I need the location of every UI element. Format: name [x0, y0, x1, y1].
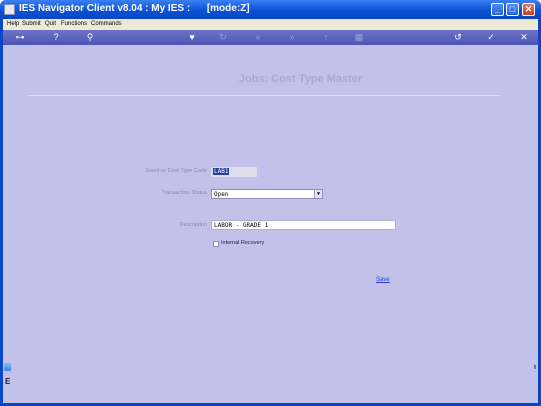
close-button[interactable]: ✕: [522, 3, 535, 16]
app-icon: [4, 4, 15, 15]
title-divider: [28, 95, 500, 96]
minimize-button[interactable]: _: [491, 3, 504, 16]
help-icon[interactable]: ?: [49, 32, 63, 43]
heart-icon[interactable]: ♥: [185, 32, 199, 43]
status-select[interactable]: Open ▼: [211, 189, 323, 199]
description-input[interactable]: LABOR - GRADE 1: [211, 220, 396, 230]
close-icon[interactable]: ✕: [517, 32, 531, 43]
app-window: IES Navigator Client v8.04 : My IES : [m…: [0, 0, 541, 406]
menu-bar: Help Submit Quit Functions Commands: [3, 19, 538, 30]
toolbar: ⊶ ? ⚲ ♥ ↻ « » ↑ ▦ ↺ ✓ ✕: [3, 30, 538, 45]
refresh-icon[interactable]: ↻: [216, 32, 230, 43]
page-title: Jobs: Cost Type Master: [238, 73, 363, 85]
status-value: Open: [214, 191, 229, 198]
calendar-icon[interactable]: ▦: [352, 32, 366, 43]
save-button[interactable]: Save: [376, 277, 390, 283]
back-icon[interactable]: «: [251, 32, 265, 43]
check-icon[interactable]: ✓: [484, 32, 498, 43]
internal-recovery-checkbox[interactable]: [213, 241, 219, 247]
window-title: IES Navigator Client v8.04 : My IES : [m…: [19, 3, 250, 14]
menu-commands[interactable]: Commands: [91, 21, 122, 27]
key-icon[interactable]: ⊶: [9, 32, 31, 43]
code-input[interactable]: LAB1: [211, 167, 257, 177]
internal-recovery-label: Internal Recovery: [221, 240, 265, 246]
chevron-down-icon[interactable]: ▼: [314, 190, 322, 198]
menu-functions[interactable]: Functions: [61, 21, 87, 27]
maximize-button[interactable]: □: [506, 3, 519, 16]
status-label: Transaction Status: [161, 190, 207, 196]
right-panel-handle[interactable]: [534, 365, 536, 369]
description-label: Description: [179, 222, 207, 228]
up-icon[interactable]: ↑: [319, 32, 333, 43]
side-panel-handle[interactable]: [4, 363, 11, 371]
search-icon[interactable]: ⚲: [83, 32, 97, 43]
menu-help[interactable]: Help: [7, 21, 19, 27]
code-label: Event or Cost Type Code: [145, 168, 207, 174]
code-value: LAB1: [213, 168, 230, 175]
menu-quit[interactable]: Quit: [45, 21, 56, 27]
title-bar: IES Navigator Client v8.04 : My IES : [m…: [0, 0, 541, 19]
menu-submit[interactable]: Submit: [22, 21, 41, 27]
side-panel-label: E: [5, 377, 11, 386]
undo-icon[interactable]: ↺: [451, 32, 465, 43]
main-content: Jobs: Cost Type Master Event or Cost Typ…: [3, 45, 538, 403]
forward-icon[interactable]: »: [285, 32, 299, 43]
